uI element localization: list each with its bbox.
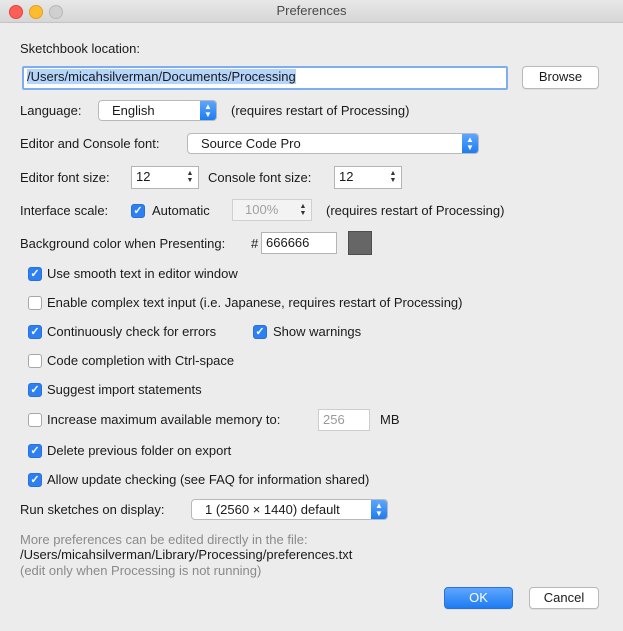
delete-folder-checkbox[interactable]: ✓ xyxy=(28,444,42,458)
smooth-text-checkbox[interactable]: ✓ xyxy=(28,267,42,281)
font-select[interactable]: Source Code Pro ▲ ▼ xyxy=(187,133,479,154)
complex-input-label: Enable complex text input (i.e. Japanese… xyxy=(47,295,463,310)
preferences-window: Preferences Sketchbook location: /Users/… xyxy=(0,0,623,631)
language-label: Language: xyxy=(20,103,82,118)
increase-memory-checkbox[interactable] xyxy=(28,413,42,427)
code-completion-checkbox[interactable] xyxy=(28,354,42,368)
console-font-size-label: Console font size: xyxy=(208,170,312,185)
console-font-size-value: 12 xyxy=(339,169,354,184)
complex-input-checkbox[interactable] xyxy=(28,296,42,310)
display-select[interactable]: 1 (2560 × 1440) default ▲ ▼ xyxy=(191,499,388,520)
more-prefs-note: More preferences can be edited directly … xyxy=(20,532,308,547)
update-check-checkbox[interactable]: ✓ xyxy=(28,473,42,487)
automatic-scale-checkbox[interactable]: ✓ xyxy=(131,204,145,218)
font-value: Source Code Pro xyxy=(201,136,301,151)
increase-memory-label: Increase maximum available memory to: xyxy=(47,412,281,427)
suggest-imports-checkbox[interactable]: ✓ xyxy=(28,383,42,397)
update-check-label: Allow update checking (see FAQ for infor… xyxy=(47,472,370,487)
background-color-label: Background color when Presenting: xyxy=(20,236,226,251)
display-label: Run sketches on display: xyxy=(20,502,165,517)
language-value: English xyxy=(112,103,155,118)
sketchbook-path-input[interactable]: /Users/micahsilverman/Documents/Processi… xyxy=(22,66,508,90)
font-label: Editor and Console font: xyxy=(20,136,160,151)
interface-scale-label: Interface scale: xyxy=(20,203,109,218)
memory-unit: MB xyxy=(380,412,400,427)
sketchbook-label: Sketchbook location: xyxy=(20,41,140,56)
automatic-scale-label: Automatic xyxy=(152,203,210,218)
memory-input: 256 xyxy=(318,409,370,431)
scale-field: 100% ▲ ▼ xyxy=(232,199,312,221)
stepper-icon: ▲ ▼ xyxy=(299,203,307,217)
background-color-input[interactable]: 666666 xyxy=(261,232,337,254)
console-font-size-field[interactable]: 12 ▲ ▼ xyxy=(334,166,402,189)
editor-font-size-label: Editor font size: xyxy=(20,170,110,185)
hash-symbol: # xyxy=(251,236,259,251)
scale-restart-note: (requires restart of Processing) xyxy=(326,203,505,218)
smooth-text-label: Use smooth text in editor window xyxy=(47,266,238,281)
editor-font-size-field[interactable]: 12 ▲ ▼ xyxy=(131,166,199,189)
ok-button[interactable]: OK xyxy=(444,587,513,609)
language-select[interactable]: English ▲ ▼ xyxy=(98,100,217,121)
scale-value: 100% xyxy=(245,202,279,217)
display-value: 1 (2560 × 1440) default xyxy=(205,502,340,517)
language-restart-note: (requires restart of Processing) xyxy=(231,103,410,118)
suggest-imports-label: Suggest import statements xyxy=(47,382,202,397)
delete-folder-label: Delete previous folder on export xyxy=(47,443,232,458)
background-color-swatch[interactable] xyxy=(348,231,372,255)
editor-font-size-value: 12 xyxy=(136,169,151,184)
select-chevron-icon: ▲ ▼ xyxy=(371,500,387,519)
prefs-file-path: /Users/micahsilverman/Library/Processing… xyxy=(20,547,353,562)
select-chevron-icon: ▲ ▼ xyxy=(462,134,478,153)
check-errors-label: Continuously check for errors xyxy=(47,324,217,339)
check-errors-checkbox[interactable]: ✓ xyxy=(28,325,42,339)
show-warnings-label: Show warnings xyxy=(273,324,362,339)
browse-button[interactable]: Browse xyxy=(522,66,599,89)
stepper-icon[interactable]: ▲ ▼ xyxy=(387,169,399,185)
cancel-button[interactable]: Cancel xyxy=(529,587,599,609)
sketchbook-path-text: /Users/micahsilverman/Documents/Processi… xyxy=(27,69,296,84)
edit-warning-note: (edit only when Processing is not runnin… xyxy=(20,563,262,578)
code-completion-label: Code completion with Ctrl-space xyxy=(47,353,235,368)
show-warnings-checkbox[interactable]: ✓ xyxy=(253,325,267,339)
window-title: Preferences xyxy=(276,3,347,18)
stepper-icon[interactable]: ▲ ▼ xyxy=(184,169,196,185)
select-chevron-icon: ▲ ▼ xyxy=(200,101,216,120)
title-bar[interactable]: Preferences xyxy=(0,0,623,23)
